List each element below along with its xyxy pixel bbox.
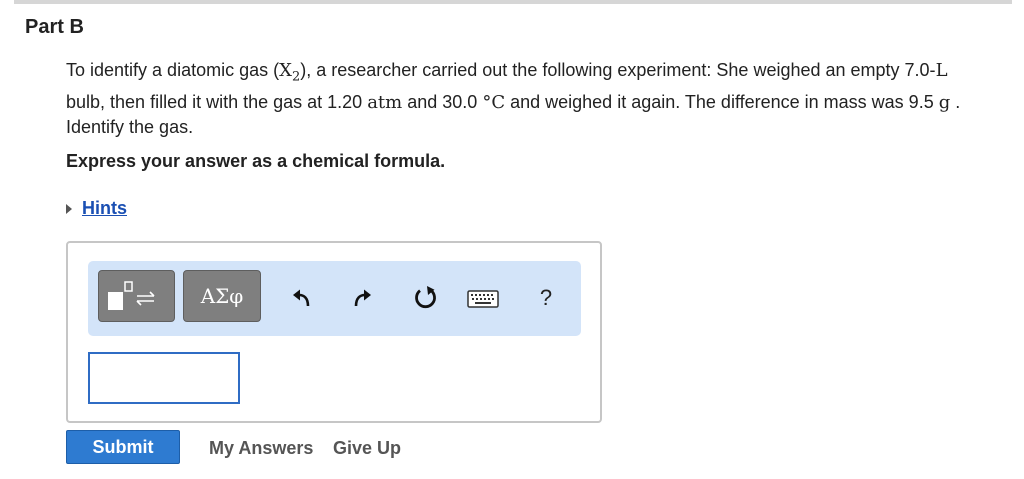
question-segment: bulb, then filled it with the gas at 1.2… <box>66 91 368 112</box>
redo-button[interactable] <box>350 285 376 311</box>
math-unit: atm <box>367 91 403 113</box>
give-up-button[interactable]: Give Up <box>333 438 401 459</box>
greek-symbols-button[interactable]: ΑΣφ <box>183 270 261 322</box>
instruction-text: Express your answer as a chemical formul… <box>66 151 446 171</box>
templates-icon <box>108 281 155 310</box>
help-button[interactable]: ? <box>534 283 558 313</box>
undo-icon <box>293 289 310 307</box>
answer-input[interactable] <box>88 352 240 404</box>
my-answers-button[interactable]: My Answers <box>209 438 313 459</box>
question-segment: ), a researcher carried out the followin… <box>300 60 936 80</box>
reset-button[interactable] <box>411 283 441 313</box>
expand-triangle-icon <box>66 203 72 214</box>
redo-icon <box>354 289 371 307</box>
keyboard-icon <box>467 290 499 308</box>
undo-button[interactable] <box>288 285 314 311</box>
templates-button[interactable] <box>98 270 175 322</box>
submit-button[interactable]: Submit <box>66 430 180 464</box>
part-title: Part B <box>25 16 84 38</box>
hints-link[interactable]: Hints <box>82 198 127 219</box>
answer-panel: ΑΣφ ? <box>66 241 602 423</box>
math-toolbar: ΑΣφ ? <box>88 261 581 336</box>
question-segment: and weighed it again. The difference in … <box>505 91 939 112</box>
question-text: To identify a diatomic gas (X2), a resea… <box>66 58 981 140</box>
math-unit: °C <box>482 91 506 113</box>
question-segment: To identify a diatomic gas ( <box>66 60 280 80</box>
math-symbol: X <box>279 60 292 81</box>
math-unit: g <box>938 91 951 113</box>
top-divider <box>14 0 1012 4</box>
math-subscript: 2 <box>291 69 301 85</box>
question-segment: and 30.0 <box>402 91 483 112</box>
keyboard-button[interactable] <box>466 288 500 310</box>
reset-icon <box>415 286 436 309</box>
hints-toggle[interactable]: Hints <box>66 198 127 219</box>
math-unit: L <box>935 60 948 81</box>
